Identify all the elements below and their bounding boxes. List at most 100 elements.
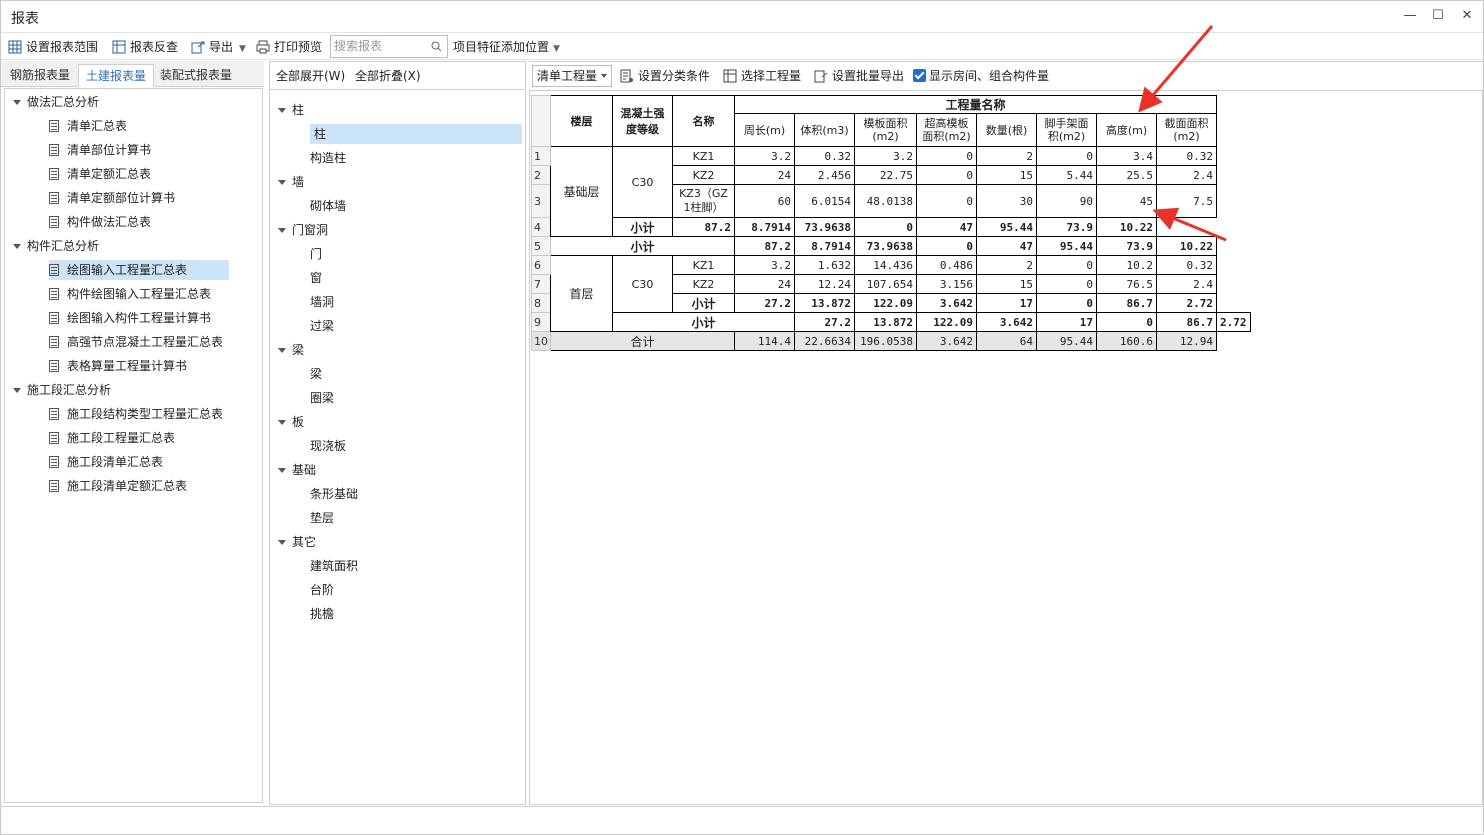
value-cell: 24 xyxy=(734,274,795,294)
tree-item[interactable]: 台阶 xyxy=(310,580,334,600)
minimize-button[interactable]: — xyxy=(1396,5,1424,27)
classify-button[interactable]: 设置分类条件 xyxy=(620,66,710,86)
value-cell: 0 xyxy=(1036,255,1097,275)
chevron-down-icon[interactable] xyxy=(278,108,286,113)
tree-item-label: 墙 xyxy=(292,175,305,189)
tree-group[interactable]: 做法汇总分析 xyxy=(13,92,99,112)
value-cell: 0 xyxy=(1096,312,1157,332)
expand-all-button[interactable]: 全部展开(W) xyxy=(276,66,345,86)
tree-group[interactable]: 其它 xyxy=(278,532,316,552)
tree-group[interactable]: 梁 xyxy=(278,340,304,360)
set-range-button[interactable]: 设置报表范围 xyxy=(8,37,98,57)
value-cell: 25.5 xyxy=(1096,165,1157,185)
value-cell: 22.75 xyxy=(854,165,917,185)
tree-group[interactable]: 基础 xyxy=(278,460,316,480)
tree-item[interactable]: 施工段清单汇总表 xyxy=(49,452,163,472)
tree-group[interactable]: 门窗洞 xyxy=(278,220,328,240)
feature-position-dropdown[interactable]: 项目特征添加位置 ▼ xyxy=(453,37,560,57)
tree-item[interactable]: 表格算量工程量计算书 xyxy=(49,356,187,376)
tree-group[interactable]: 柱 xyxy=(278,100,304,120)
tree-item[interactable]: 砌体墙 xyxy=(310,196,346,216)
tree-item[interactable]: 高强节点混凝土工程量汇总表 xyxy=(49,332,223,352)
tree-item[interactable]: 过梁 xyxy=(310,316,334,336)
tree-item-label: 条形基础 xyxy=(310,487,359,501)
row-number: 9 xyxy=(531,312,551,332)
print-preview-button[interactable]: 打印预览 xyxy=(256,37,322,57)
tree-item-label: 柱 xyxy=(314,127,327,141)
row-number: 2 xyxy=(531,165,551,185)
table-row: 6 首层 C30 KZ1 3.2 1.632 14.436 0.486 2 0 10.2 0.… xyxy=(531,255,1251,332)
tree-item[interactable]: 构件绘图输入工程量汇总表 xyxy=(49,284,211,304)
tree-item[interactable]: 圈梁 xyxy=(310,388,334,408)
tree-group[interactable]: 施工段汇总分析 xyxy=(13,380,111,400)
tree-item[interactable]: 墙洞 xyxy=(310,292,334,312)
report-check-button[interactable]: 报表反查 xyxy=(112,37,178,57)
search-input[interactable]: 搜索报表 xyxy=(330,35,448,58)
close-button[interactable]: ✕ xyxy=(1453,5,1481,27)
batch-export-button[interactable]: 设置批量导出 xyxy=(814,66,904,86)
tree-item[interactable]: 清单部位计算书 xyxy=(49,140,151,160)
chevron-down-icon[interactable] xyxy=(278,540,286,545)
tree-item[interactable]: 门 xyxy=(310,244,322,264)
tree-item-label: 建筑面积 xyxy=(310,559,359,573)
chevron-down-icon[interactable] xyxy=(278,180,286,185)
export-button[interactable]: 导出 ▼ xyxy=(191,37,246,57)
chevron-down-icon[interactable] xyxy=(278,348,286,353)
tree-item[interactable]: 柱 xyxy=(310,124,522,144)
chevron-down-icon[interactable] xyxy=(13,388,21,393)
tree-item[interactable]: 施工段工程量汇总表 xyxy=(49,428,175,448)
quantity-type-select[interactable]: 清单工程量 xyxy=(532,65,612,87)
tree-item[interactable]: 清单汇总表 xyxy=(49,116,127,136)
component-name: KZ1 xyxy=(672,255,735,275)
tree-item[interactable]: 挑檐 xyxy=(310,604,334,624)
chevron-down-icon[interactable] xyxy=(13,100,21,105)
tree-item[interactable]: 构件做法汇总表 xyxy=(49,212,151,232)
tree-item[interactable]: 绘图输入工程量汇总表 xyxy=(49,260,229,280)
tree-item[interactable]: 施工段结构类型工程量汇总表 xyxy=(49,404,223,424)
chevron-down-icon[interactable] xyxy=(278,420,286,425)
tree-item[interactable]: 梁 xyxy=(310,364,322,384)
total-label: 合计 xyxy=(550,331,735,351)
show-rooms-checkbox[interactable]: 显示房间、组合构件量 xyxy=(913,66,1049,86)
collapse-all-button[interactable]: 全部折叠(X) xyxy=(355,66,421,86)
maximize-button[interactable]: ☐ xyxy=(1424,5,1452,27)
value-cell: 107.654 xyxy=(854,274,917,294)
tree-item-label: 构件做法汇总表 xyxy=(67,215,152,229)
value-cell: 2.456 xyxy=(794,165,855,185)
value-cell: 48.0138 xyxy=(854,184,917,218)
chevron-down-icon[interactable] xyxy=(13,244,21,249)
chevron-down-icon: ▼ xyxy=(239,44,246,54)
value-cell: 0 xyxy=(916,165,977,185)
tree-group[interactable]: 构件汇总分析 xyxy=(13,236,99,256)
tree-item[interactable]: 构造柱 xyxy=(310,148,346,168)
tree-item[interactable]: 条形基础 xyxy=(310,484,358,504)
value-cell: 0.32 xyxy=(1156,255,1217,275)
document-icon xyxy=(49,288,59,300)
report-tree-panel: 做法汇总分析清单汇总表清单部位计算书 清单定额汇总表清单定额部位计算书 构件做法汇总… xyxy=(4,88,263,803)
value-cell: 0.32 xyxy=(794,146,855,166)
tree-item[interactable]: 窗 xyxy=(310,268,322,288)
search-placeholder: 搜索报表 xyxy=(334,39,383,53)
tree-group[interactable]: 板 xyxy=(278,412,304,432)
tree-item[interactable]: 施工段清单定额汇总表 xyxy=(49,476,187,496)
quantity-type-value: 清单工程量 xyxy=(537,69,598,83)
checkbox-checked-icon[interactable] xyxy=(913,69,926,82)
select-quantity-button[interactable]: 选择工程量 xyxy=(723,66,801,86)
tab-rebar[interactable]: 钢筋报表量 xyxy=(3,64,77,87)
tree-item[interactable]: 清单定额汇总表 xyxy=(49,164,151,184)
tree-item[interactable]: 现浇板 xyxy=(310,436,346,456)
value-cell: 10.2 xyxy=(1096,255,1157,275)
tree-item[interactable]: 建筑面积 xyxy=(310,556,358,576)
tree-item-label: 基础 xyxy=(292,463,317,477)
tree-item-label: 清单定额部位计算书 xyxy=(67,191,176,205)
value-cell: 8.7914 xyxy=(734,217,795,237)
tree-item[interactable]: 垫层 xyxy=(310,508,334,528)
header-floor: 楼层 xyxy=(550,95,613,147)
tree-item[interactable]: 清单定额部位计算书 xyxy=(49,188,175,208)
chevron-down-icon[interactable] xyxy=(278,468,286,473)
tree-item[interactable]: 绘图输入构件工程量计算书 xyxy=(49,308,211,328)
chevron-down-icon[interactable] xyxy=(278,228,286,233)
tab-prefab[interactable]: 装配式报表量 xyxy=(153,64,239,87)
tab-civil[interactable]: 土建报表量 xyxy=(78,64,155,87)
tree-group[interactable]: 墙 xyxy=(278,172,304,192)
